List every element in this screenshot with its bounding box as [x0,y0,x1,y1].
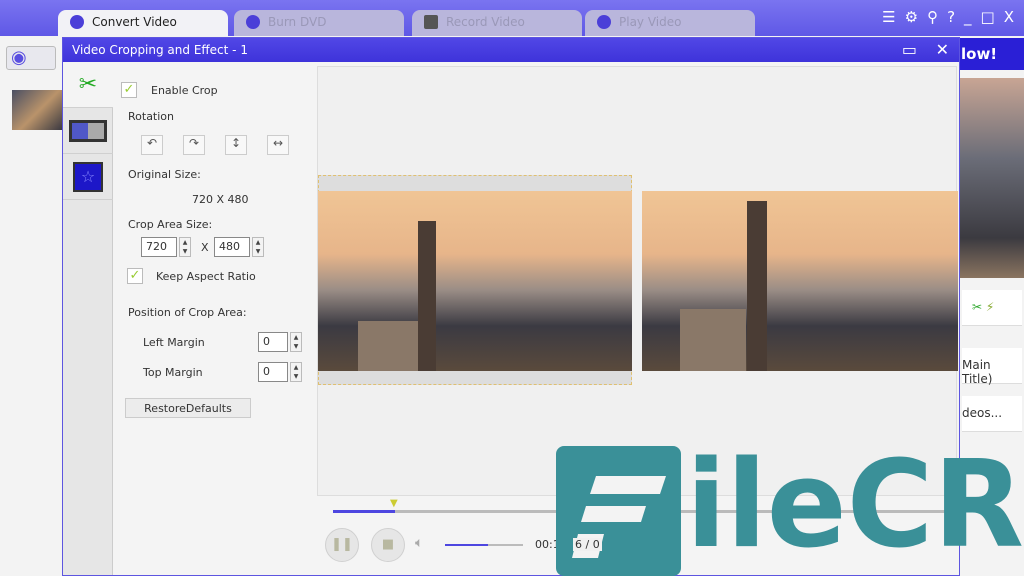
maximize-button[interactable]: □ [981,8,995,26]
filecr-watermark-logo: ileCR [556,446,1024,576]
rotate-right-icon[interactable]: ↷ [183,135,205,155]
top-bar: Convert Video Burn DVD Record Video Play… [0,0,1024,36]
flip-horizontal-icon[interactable]: ↔ [267,135,289,155]
preview-area [317,66,958,496]
original-size-label: Original Size: [128,168,201,181]
add-disc-icon: ◉ [11,47,27,68]
tab-burn-dvd[interactable]: Burn DVD [234,10,404,36]
tab-convert-video[interactable]: Convert Video [58,10,228,36]
film-icon[interactable] [63,108,113,154]
seek-thumb[interactable]: ▼ [390,498,398,509]
total-time: 6 / 0 [573,538,602,551]
pause-button[interactable]: ❚❚ [325,528,359,562]
crop-height-spinner[interactable]: ▲ ▼ [252,237,264,257]
close-button[interactable]: X [1004,8,1014,26]
gear-icon[interactable]: ⚙ [905,8,918,26]
position-label: Position of Crop Area: [128,306,247,319]
title-row[interactable]: Main Title) [962,348,1022,386]
top-margin-label: Top Margin [143,366,203,379]
dialog-title: Video Cropping and Effect - 1 [72,43,248,57]
tab-play-video[interactable]: Play Video [585,10,755,36]
crop-settings-panel: ✓ Enable Crop Rotation ↶ ↷ ↕ ↔ Original … [115,62,311,575]
keep-aspect-checkbox[interactable]: ✓ [127,268,143,284]
close-icon[interactable]: ✕ [936,40,949,59]
maximize-icon[interactable]: ▭ [902,40,917,59]
convert-now-button[interactable]: low! [955,38,1024,70]
restore-defaults-button[interactable]: RestoreDefaults [125,398,251,418]
volume-slider[interactable] [445,544,523,546]
crop-width-spinner[interactable]: ▲ ▼ [179,237,191,257]
crop-x-label: X [201,241,209,254]
crop-width-input[interactable]: 720 [141,237,177,257]
rotation-label: Rotation [128,110,175,123]
output-preview [960,78,1024,278]
list-icon[interactable]: ☰ [882,8,895,26]
magic-wand-icon[interactable]: ⚡ [986,300,994,314]
tools-row: ✂ ⚡ [962,290,1022,326]
original-size-value: 720 X 480 [192,193,249,206]
top-margin-input[interactable]: 0 [258,362,288,382]
play-icon [597,15,611,29]
effect-star-icon[interactable]: ☆ [63,154,113,200]
video-thumbnail[interactable] [12,90,67,130]
keep-aspect-label: Keep Aspect Ratio [156,270,256,283]
record-icon [424,15,438,29]
minimize-button[interactable]: _ [964,8,972,26]
disc-icon [246,15,260,29]
rotate-left-icon[interactable]: ↶ [141,135,163,155]
flip-vertical-icon[interactable]: ↕ [225,135,247,155]
source-video-frame [318,191,632,371]
top-margin-spinner[interactable]: ▲ ▼ [290,362,302,382]
tab-record-video[interactable]: Record Video [412,10,582,36]
left-margin-input[interactable]: 0 [258,332,288,352]
crop-height-input[interactable]: 480 [214,237,250,257]
crop-icon[interactable]: ✂ [962,300,982,314]
enable-crop-checkbox[interactable]: ✓ [121,82,137,98]
convert-icon [70,15,84,29]
crop-icon[interactable]: ✂ [63,62,113,108]
videos-row[interactable]: deos... [962,396,1022,432]
svg-text:ileCR: ileCR [686,446,1024,575]
left-margin-spinner[interactable]: ▲ ▼ [290,332,302,352]
dialog-titlebar: Video Cropping and Effect - 1 ▭ ✕ [63,38,959,62]
enable-crop-label: Enable Crop [151,84,218,97]
crop-area-label: Crop Area Size: [128,218,213,231]
output-video-frame [642,191,958,371]
volume-icon[interactable]: 🔈︎ [415,535,423,551]
add-disc-button[interactable]: ◉ [6,46,56,70]
left-margin-label: Left Margin [143,336,205,349]
key-icon[interactable]: ⚲ [927,8,938,26]
seek-progress [333,510,395,513]
stop-button[interactable]: ■ [371,528,405,562]
dialog-side-tabs: ✂ ☆ [63,62,113,575]
help-button[interactable]: ? [947,8,955,26]
